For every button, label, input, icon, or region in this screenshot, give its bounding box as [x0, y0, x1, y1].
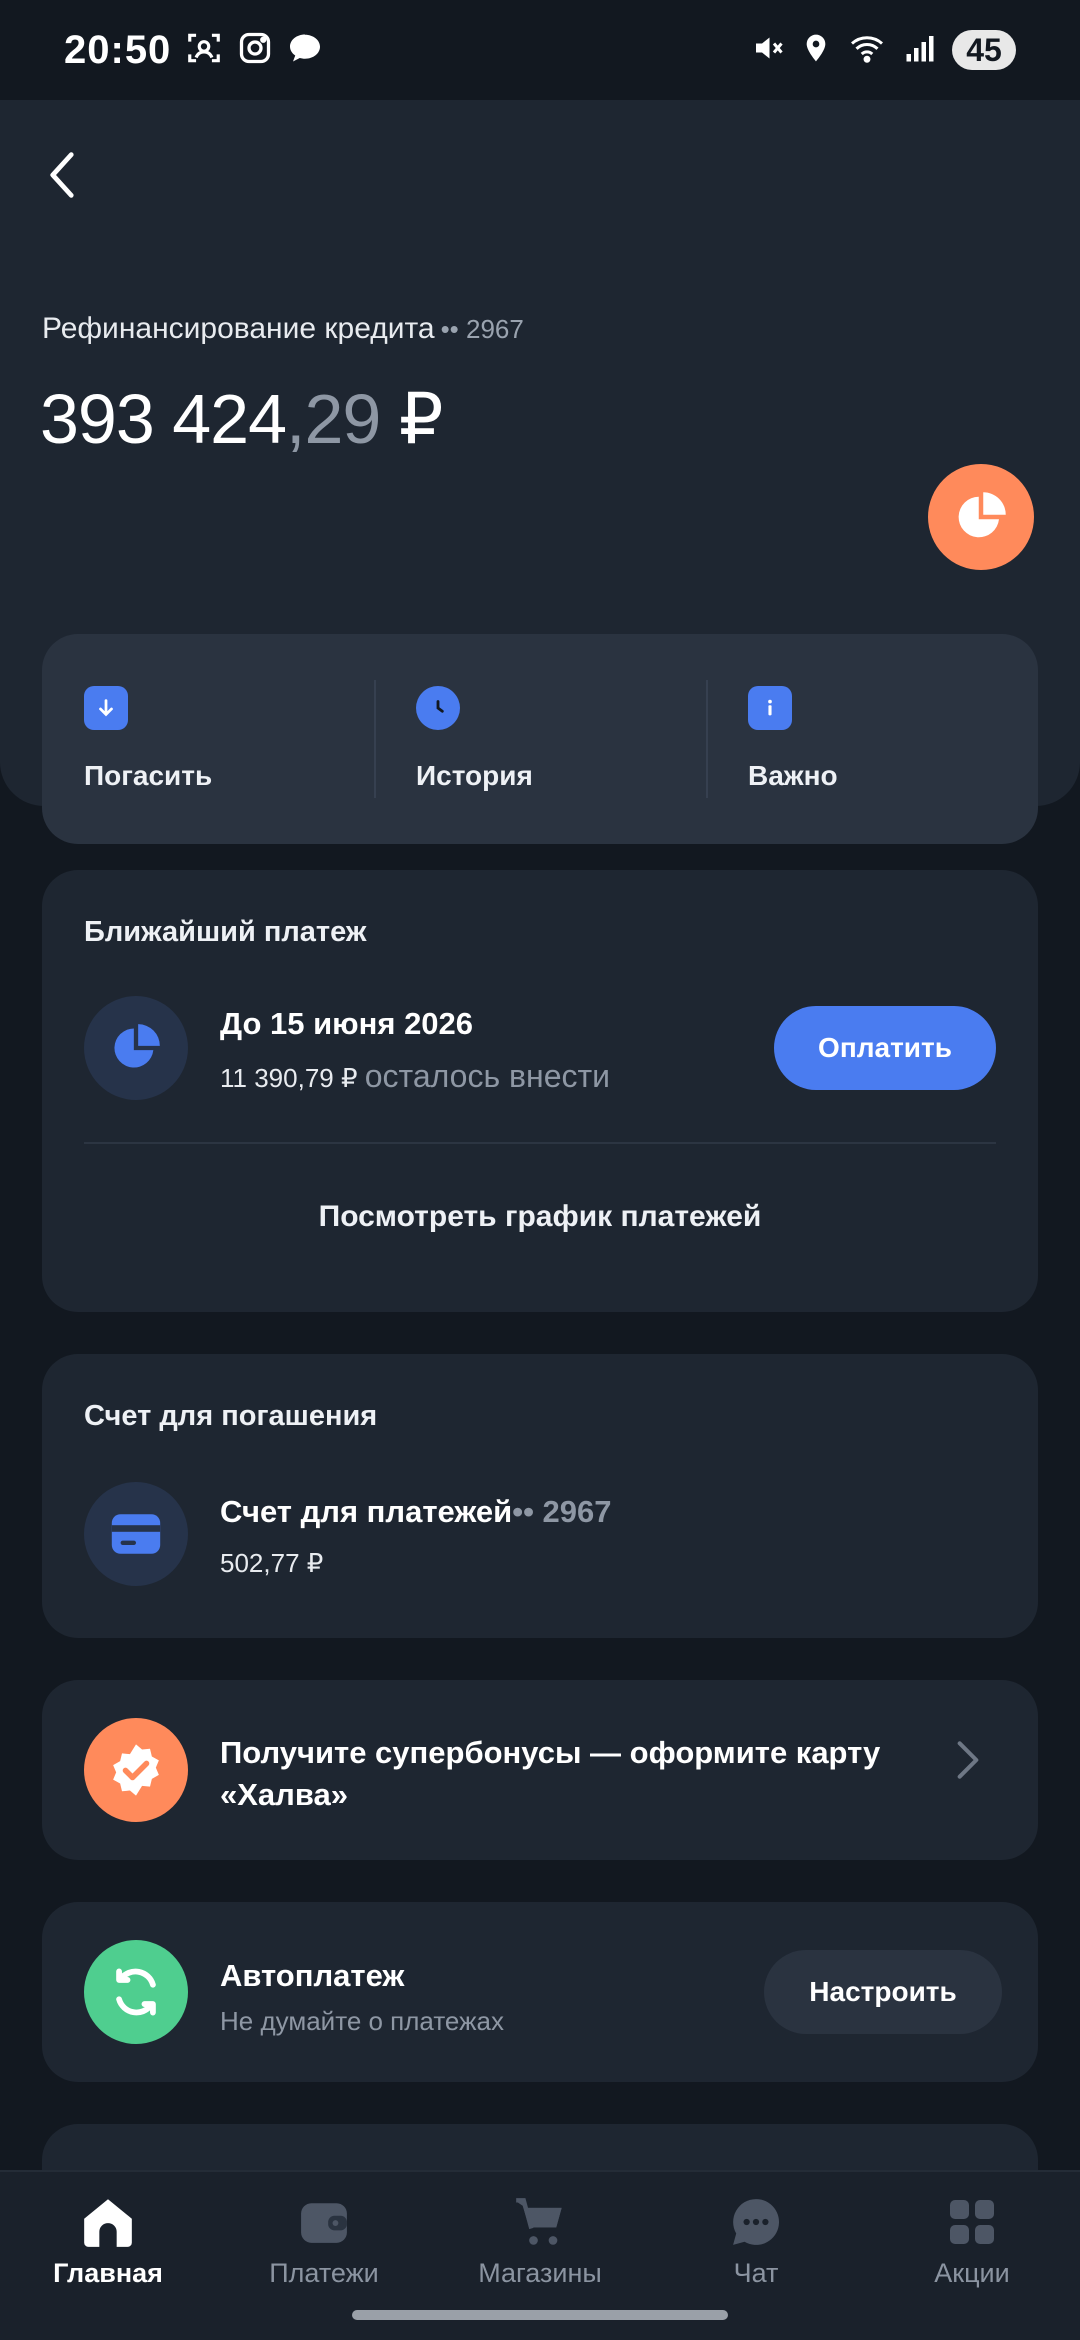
repayment-account-mask: •• 2967	[512, 1494, 612, 1529]
action-history[interactable]: История	[374, 634, 706, 844]
promo-line-2: «Халва»	[220, 1777, 348, 1812]
autopay-subtitle: Не думайте о платежах	[220, 2006, 504, 2036]
wifi-icon	[846, 30, 888, 71]
repayment-account-row[interactable]: Счет для платежей•• 2967	[220, 1494, 612, 1530]
refresh-icon	[84, 1940, 188, 2044]
clock-icon	[416, 686, 460, 730]
pay-button[interactable]: Оплатить	[774, 1006, 996, 1090]
autopay-card: Автоплатеж Не думайте о платежах Настрои…	[42, 1902, 1038, 2082]
nav-promotions[interactable]: Акции	[864, 2172, 1080, 2340]
wallet-icon	[296, 2194, 352, 2250]
nav-chat-label: Чат	[733, 2258, 779, 2288]
promo-text: Получите супербонусы — оформите карту «Х…	[220, 1732, 880, 1816]
payment-schedule-link[interactable]: Посмотреть график платежей	[42, 1200, 1038, 1234]
home-icon	[80, 2194, 136, 2250]
nav-home-label: Главная	[53, 2258, 163, 2288]
action-history-label: История	[416, 760, 533, 791]
chat-icon	[728, 2194, 784, 2250]
message-icon	[287, 30, 323, 71]
quick-actions: Погасить История Важно	[42, 634, 1038, 844]
balance-fraction: ,29	[286, 380, 381, 458]
info-icon	[748, 686, 792, 730]
status-left: 20:50	[64, 28, 323, 73]
nav-promotions-label: Акции	[934, 2258, 1010, 2288]
repayment-account-card: Счет для погашения Счет для платежей•• 2…	[42, 1354, 1038, 1638]
back-button[interactable]	[40, 145, 84, 205]
home-indicator[interactable]	[352, 2310, 728, 2320]
status-bar: 20:50 45	[0, 0, 1080, 100]
chevron-left-icon	[50, 152, 74, 198]
mute-icon	[750, 30, 786, 71]
account-title: Рефинансирование кредита •• 2967	[42, 312, 524, 346]
balance-whole: 393 424	[40, 380, 287, 458]
action-important[interactable]: Важно	[706, 634, 1038, 844]
promo-line-1: Получите супербонусы — оформите карту	[220, 1735, 881, 1770]
cart-icon	[512, 2194, 568, 2250]
autopay-setup-button[interactable]: Настроить	[764, 1950, 1002, 2034]
action-important-label: Важно	[748, 760, 838, 791]
status-right: 45	[750, 30, 1016, 71]
payment-amount-row: 11 390,79 ₽ осталось внести	[220, 1058, 610, 1095]
repayment-account-balance: 502,77 ₽	[220, 1548, 324, 1578]
next-payment-title: Ближайший платеж	[84, 916, 367, 948]
pie-chart-icon	[958, 492, 1006, 538]
nav-shops-label: Магазины	[478, 2258, 602, 2288]
next-payment-card: Ближайший платеж До 15 июня 2026 11 390,…	[42, 870, 1038, 1312]
instagram-icon	[237, 30, 273, 71]
status-time: 20:50	[64, 27, 172, 72]
halva-promo-card[interactable]: Получите супербонусы — оформите карту «Х…	[42, 1680, 1038, 1860]
account-header: Рефинансирование кредита •• 2967 393 424,…	[0, 100, 1080, 844]
card-icon	[84, 1482, 188, 1586]
arrow-down-icon	[84, 686, 128, 730]
payment-pie-icon	[84, 996, 188, 1100]
loan-balance: 393 424,29 ₽	[40, 378, 444, 460]
screenshot-icon	[185, 29, 223, 72]
chevron-right-icon	[956, 1740, 980, 1785]
badge-check-icon	[84, 1718, 188, 1822]
payment-amount: 11 390,79 ₽	[220, 1063, 358, 1093]
payment-amount-note: осталось внести	[364, 1058, 611, 1094]
balance-currency: ₽	[398, 380, 444, 458]
account-name: Рефинансирование кредита	[42, 312, 435, 345]
repayment-account-title: Счет для погашения	[84, 1400, 378, 1432]
divider	[84, 1142, 996, 1144]
loan-chart-button[interactable]	[928, 464, 1034, 570]
repayment-account-name: Счет для платежей	[220, 1494, 513, 1529]
autopay-title: Автоплатеж	[220, 1958, 405, 1993]
nav-payments-label: Платежи	[269, 2258, 379, 2288]
action-repay[interactable]: Погасить	[42, 634, 374, 844]
account-mask: •• 2967	[440, 314, 524, 344]
payment-due-date: До 15 июня 2026	[220, 1006, 474, 1041]
signal-icon	[902, 30, 938, 71]
nav-home[interactable]: Главная	[0, 2172, 216, 2340]
action-repay-label: Погасить	[84, 760, 213, 791]
location-icon	[800, 30, 832, 71]
grid-icon	[944, 2194, 1000, 2250]
battery-indicator: 45	[952, 30, 1016, 70]
